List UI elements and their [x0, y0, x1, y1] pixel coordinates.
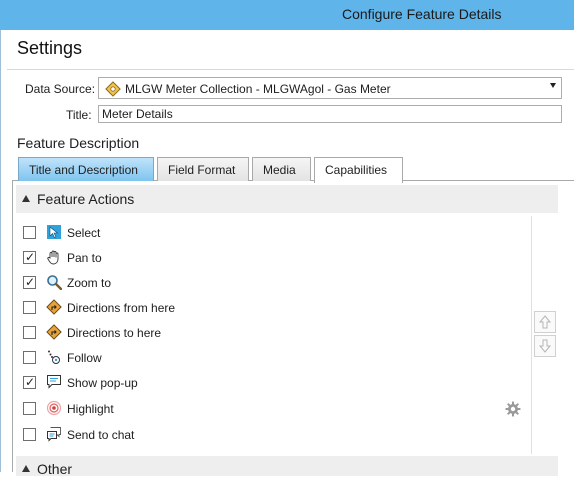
list-item[interactable]: ✓ Zoom to — [16, 271, 496, 296]
directions-icon — [46, 324, 62, 340]
arrow-up-icon — [538, 315, 552, 329]
action-label: Pan to — [67, 251, 102, 265]
move-up-button[interactable] — [534, 311, 556, 333]
tab-capabilities[interactable]: Capabilities — [314, 157, 403, 183]
tab-label: Media — [263, 163, 296, 177]
action-checkbox[interactable] — [23, 428, 36, 441]
list-item[interactable]: Select — [16, 221, 496, 246]
move-down-button[interactable] — [534, 335, 556, 357]
data-source-label: Data Source: — [25, 82, 96, 96]
arrow-down-icon — [538, 339, 552, 353]
feature-description-heading: Feature Description — [17, 135, 140, 151]
action-checkbox[interactable]: ✓ — [23, 250, 36, 264]
list-item[interactable]: Directions from here — [16, 296, 496, 321]
action-checkbox[interactable] — [23, 402, 36, 415]
action-label: Show pop-up — [67, 376, 138, 390]
group-title: Other — [37, 461, 73, 477]
feature-actions-group-header[interactable]: Feature Actions — [16, 185, 558, 213]
collapse-triangle-icon — [22, 465, 30, 472]
tab-title-and-description[interactable]: Title and Description — [18, 157, 154, 181]
list-item[interactable]: Follow — [16, 346, 496, 371]
action-label: Zoom to — [67, 276, 112, 290]
action-label: Send to chat — [67, 428, 135, 442]
tab-media[interactable]: Media — [252, 157, 311, 181]
tab-label: Capabilities — [325, 163, 388, 177]
pan-hand-icon — [47, 250, 59, 265]
settings-heading: Settings — [17, 38, 83, 58]
list-item[interactable]: Highlight — [16, 397, 496, 422]
action-checkbox[interactable] — [23, 326, 36, 339]
zoom-magnifier-icon — [47, 275, 62, 290]
action-label: Highlight — [67, 402, 114, 416]
tab-label: Field Format — [168, 163, 236, 177]
chat-icon — [47, 427, 61, 442]
chevron-down-icon — [550, 83, 556, 88]
feature-actions-list: Select ✓ Pan to ✓ Zoom to Directions fro… — [16, 216, 532, 454]
checkmark-icon: ✓ — [25, 250, 36, 264]
title-field[interactable] — [98, 105, 562, 123]
action-label: Select — [67, 226, 101, 240]
action-label: Directions to here — [67, 326, 162, 340]
action-checkbox[interactable] — [23, 351, 36, 364]
data-source-dropdown[interactable]: MLGW Meter Collection - MLGWAgol - Gas M… — [98, 77, 562, 99]
directions-icon — [46, 299, 62, 315]
action-label: Follow — [67, 351, 102, 365]
action-checkbox[interactable]: ✓ — [23, 275, 36, 289]
checkmark-icon: ✓ — [25, 275, 36, 289]
list-item[interactable]: ✓ Pan to — [16, 246, 496, 271]
action-checkbox[interactable] — [23, 301, 36, 314]
title-label: Title: — [66, 108, 92, 122]
window-title: Configure Feature Details — [342, 6, 502, 22]
action-checkbox[interactable]: ✓ — [23, 375, 36, 389]
popup-icon — [47, 375, 61, 389]
list-item[interactable]: Directions to here — [16, 321, 496, 346]
data-source-value: MLGW Meter Collection - MLGWAgol - Gas M… — [125, 82, 391, 96]
tab-field-format[interactable]: Field Format — [157, 157, 249, 181]
window-titlebar: Configure Feature Details — [0, 0, 574, 30]
list-item[interactable]: Send to chat — [16, 423, 496, 448]
select-icon — [47, 225, 61, 239]
group-title: Feature Actions — [37, 191, 135, 207]
action-checkbox[interactable] — [23, 226, 36, 239]
tab-label: Title and Description — [29, 163, 138, 177]
collapse-triangle-icon — [22, 195, 30, 202]
action-label: Directions from here — [67, 301, 176, 315]
gear-icon[interactable] — [505, 401, 521, 417]
gas-meter-layer-icon — [105, 81, 121, 97]
highlight-icon — [46, 400, 62, 416]
divider — [7, 69, 574, 70]
checkmark-icon: ✓ — [25, 375, 36, 389]
list-item[interactable]: ✓ Show pop-up — [16, 371, 496, 396]
follow-icon — [48, 350, 60, 364]
other-group-header[interactable]: Other — [16, 456, 558, 477]
